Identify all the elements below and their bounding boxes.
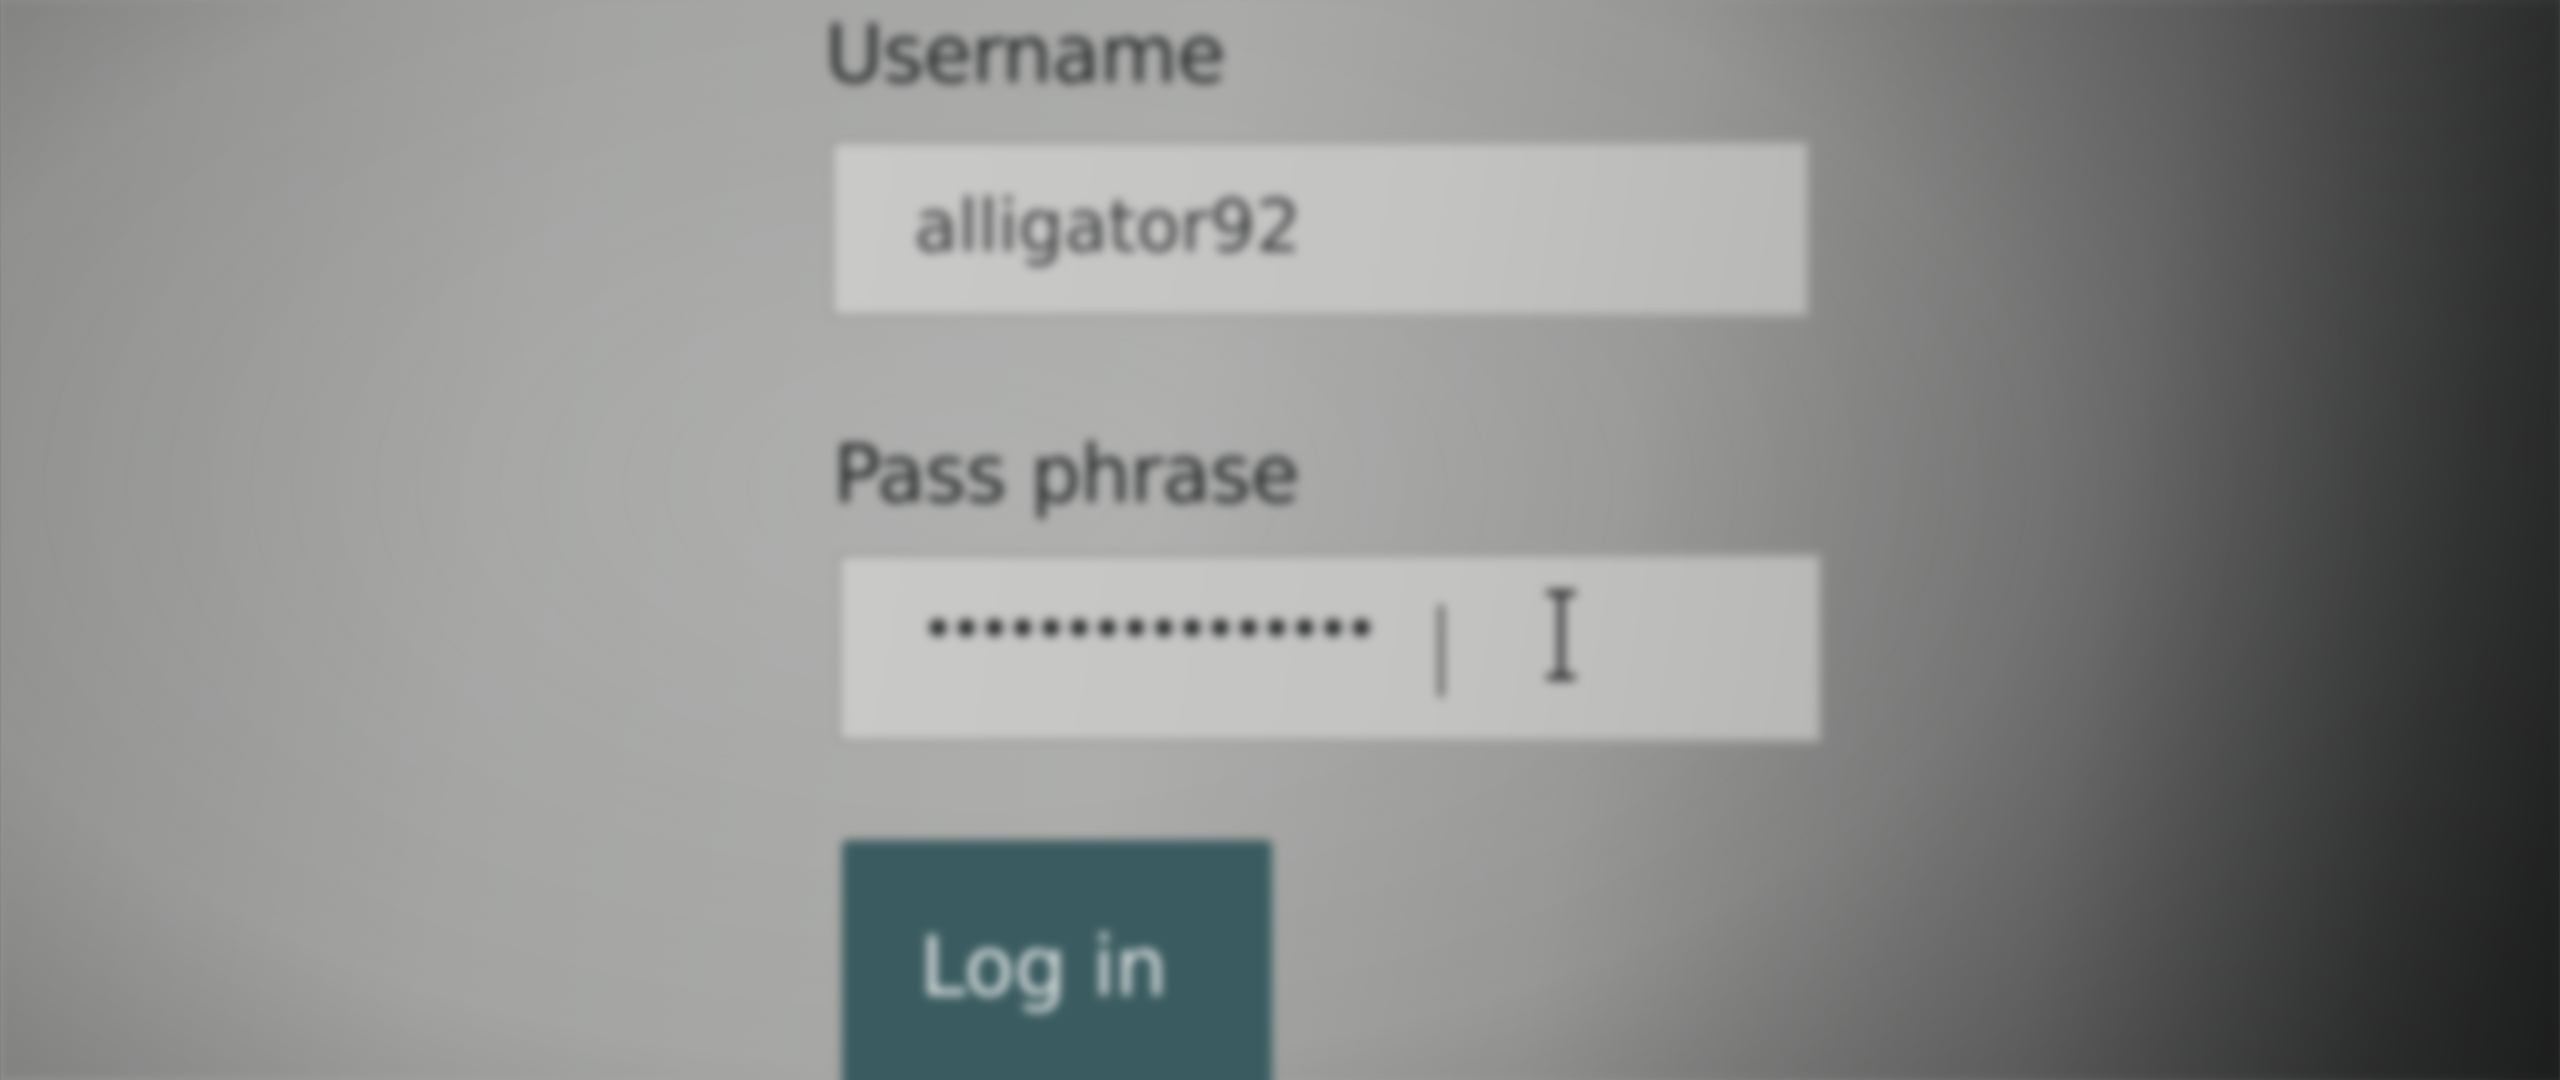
pass-phrase-label: Pass phrase bbox=[833, 428, 1300, 521]
log-in-button[interactable]: Log in bbox=[842, 840, 1272, 1080]
photographed-screen: Username alligator92 Pass phrase •••••••… bbox=[0, 0, 2560, 1080]
text-caret bbox=[1439, 605, 1443, 697]
username-label: Username bbox=[825, 8, 1226, 101]
username-value: alligator92 bbox=[914, 184, 1302, 268]
pass-phrase-field[interactable]: •••••••••••••••• bbox=[837, 553, 1822, 743]
text-ibeam-icon bbox=[1546, 590, 1576, 680]
pass-phrase-masked-value: •••••••••••••••• bbox=[921, 595, 1378, 663]
username-field[interactable]: alligator92 bbox=[830, 140, 1810, 318]
